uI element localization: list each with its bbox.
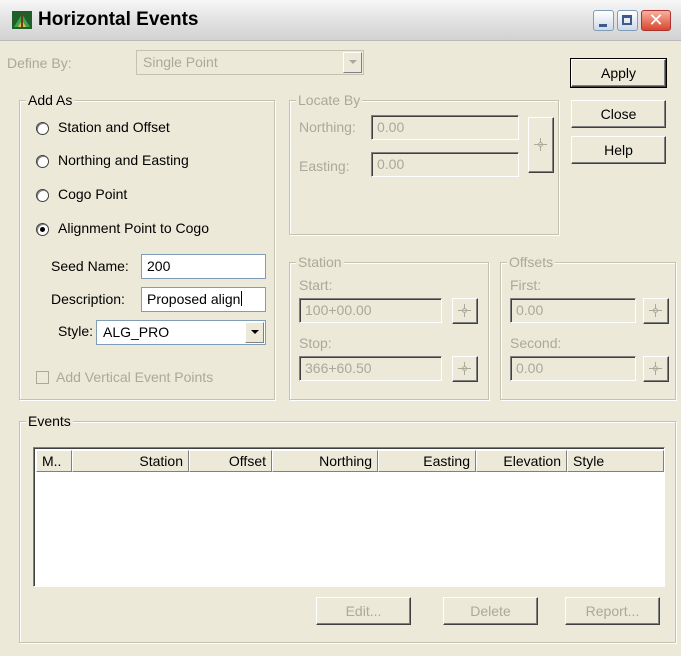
minimize-icon (594, 11, 613, 30)
northing-label: Northing: (299, 119, 356, 135)
events-title: Events (26, 413, 73, 429)
close-button[interactable]: Close (571, 100, 666, 128)
radio-station-offset-label[interactable]: Station and Offset (58, 119, 170, 135)
station-stop-label: Stop: (299, 335, 332, 351)
chevron-down-icon (245, 322, 264, 343)
radio-station-offset[interactable] (36, 122, 49, 135)
description-label: Description: (51, 291, 125, 307)
northing-input[interactable]: 0.00 (371, 115, 519, 140)
title-bar[interactable]: Horizontal Events ✕ (0, 0, 681, 41)
define-by-select[interactable]: Single Point (136, 50, 364, 75)
offsets-first-value: 0.00 (516, 302, 544, 318)
crosshair-icon (649, 362, 662, 375)
station-start-pick-button[interactable] (452, 298, 478, 324)
locate-by-pick-button[interactable] (528, 117, 554, 173)
offsets-first-pick-button[interactable] (643, 298, 669, 324)
offsets-first-label: First: (510, 277, 542, 293)
crosshair-icon (649, 304, 662, 317)
column-header-northing[interactable]: Northing (272, 450, 378, 472)
radio-alignment-point-to-cogo-label[interactable]: Alignment Point to Cogo (58, 220, 209, 236)
station-title: Station (296, 254, 344, 270)
column-header-station[interactable]: Station (72, 450, 189, 472)
help-button[interactable]: Help (571, 136, 666, 164)
add-as-group: Add As (19, 92, 275, 400)
station-start-input[interactable]: 100+00.00 (299, 298, 442, 323)
easting-value: 0.00 (377, 156, 405, 172)
add-vertical-checkbox[interactable] (36, 371, 49, 384)
add-vertical-label: Add Vertical Event Points (56, 369, 214, 385)
events-table-header: M.. Station Offset Northing Easting Elev… (36, 450, 664, 472)
station-stop-pick-button[interactable] (452, 356, 478, 382)
close-window-button[interactable]: ✕ (641, 10, 671, 31)
horizontal-events-dialog: Horizontal Events ✕ Define By: Single Po… (0, 0, 681, 656)
window-title: Horizontal Events (38, 9, 199, 30)
easting-input[interactable]: 0.00 (371, 152, 519, 177)
crosshair-icon (458, 362, 471, 375)
radio-cogo-point-label[interactable]: Cogo Point (58, 186, 127, 202)
apply-button[interactable]: Apply (570, 58, 667, 88)
column-header-easting[interactable]: Easting (378, 450, 476, 472)
style-select[interactable]: ALG_PRO (96, 320, 266, 345)
define-by-value: Single Point (143, 54, 218, 70)
seed-name-input[interactable]: 200 (141, 254, 266, 279)
app-icon (12, 11, 32, 29)
define-by-label: Define By: (7, 55, 72, 71)
station-stop-value: 366+60.50 (305, 360, 372, 376)
offsets-second-pick-button[interactable] (643, 356, 669, 382)
crosshair-icon (458, 304, 471, 317)
seed-name-label: Seed Name: (51, 258, 129, 274)
text-caret (241, 291, 243, 306)
chevron-down-icon (343, 52, 362, 73)
column-header-elevation[interactable]: Elevation (476, 450, 567, 472)
events-table[interactable]: M.. Station Offset Northing Easting Elev… (33, 447, 665, 587)
easting-label: Easting: (299, 158, 350, 174)
description-input[interactable]: Proposed align (141, 287, 266, 312)
column-header-m[interactable]: M.. (36, 450, 72, 472)
locate-by-title: Locate By (296, 92, 363, 108)
close-icon: ✕ (648, 10, 664, 30)
maximize-icon (618, 11, 637, 30)
description-value: Proposed align (147, 291, 241, 307)
offsets-second-input[interactable]: 0.00 (510, 356, 636, 381)
edit-button[interactable]: Edit... (316, 597, 411, 625)
report-button[interactable]: Report... (565, 597, 660, 625)
station-start-value: 100+00.00 (305, 302, 372, 318)
seed-name-value: 200 (147, 258, 171, 274)
column-header-offset[interactable]: Offset (189, 450, 272, 472)
style-label: Style: (58, 323, 94, 339)
radio-cogo-point[interactable] (36, 189, 49, 202)
offsets-second-label: Second: (510, 335, 562, 351)
offsets-title: Offsets (507, 254, 556, 270)
maximize-button[interactable] (617, 10, 638, 31)
style-value: ALG_PRO (103, 324, 170, 340)
northing-value: 0.00 (377, 119, 405, 135)
offsets-second-value: 0.00 (516, 360, 544, 376)
station-stop-input[interactable]: 366+60.50 (299, 356, 442, 381)
minimize-button[interactable] (593, 10, 614, 31)
radio-alignment-point-to-cogo[interactable] (36, 223, 49, 236)
delete-button[interactable]: Delete (443, 597, 538, 625)
column-header-style[interactable]: Style (567, 450, 664, 472)
radio-northing-easting[interactable] (36, 155, 49, 168)
crosshair-icon (534, 138, 547, 151)
offsets-first-input[interactable]: 0.00 (510, 298, 636, 323)
add-as-title: Add As (26, 92, 75, 108)
station-start-label: Start: (299, 277, 333, 293)
radio-northing-easting-label[interactable]: Northing and Easting (58, 152, 189, 168)
